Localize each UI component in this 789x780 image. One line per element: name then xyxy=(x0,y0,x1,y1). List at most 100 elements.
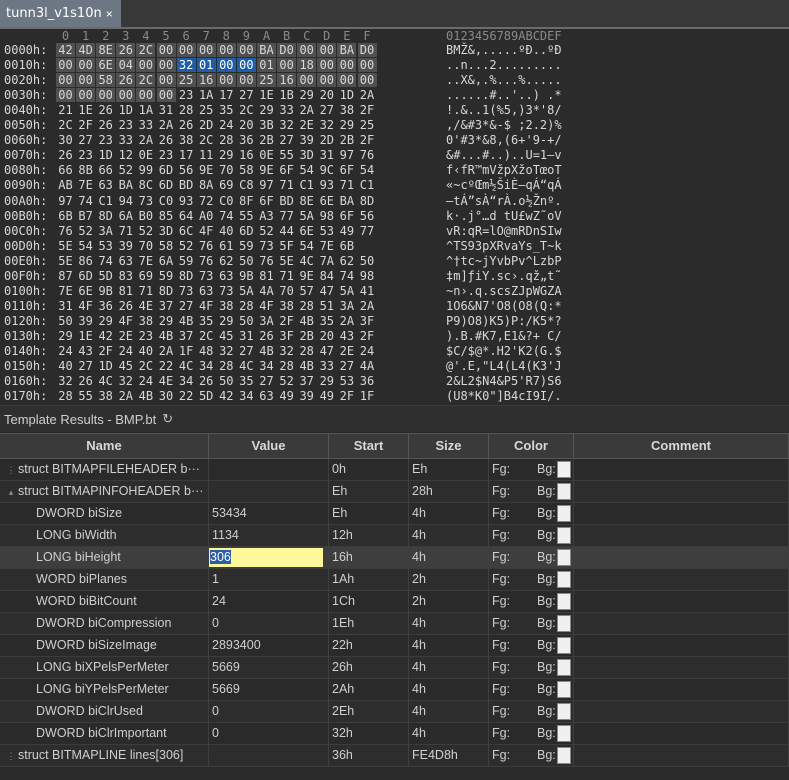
hex-byte[interactable]: 6F xyxy=(337,163,356,177)
hex-byte[interactable]: 50 xyxy=(237,254,256,268)
row-value-cell[interactable]: 1 xyxy=(209,569,329,591)
hex-byte[interactable]: C8 xyxy=(237,178,256,192)
hex-byte[interactable]: AB xyxy=(56,178,75,192)
row-value-cell[interactable]: 0 xyxy=(209,613,329,635)
hex-byte[interactable]: 45 xyxy=(116,359,135,373)
hex-byte[interactable]: 20 xyxy=(237,118,256,132)
hex-byte[interactable]: 32 xyxy=(317,118,336,132)
hex-byte[interactable]: 39 xyxy=(76,314,95,328)
hex-byte[interactable]: 33 xyxy=(136,118,155,132)
collapse-icon[interactable]: ▴ xyxy=(4,482,18,503)
hex-byte[interactable]: 8D xyxy=(177,269,196,283)
hex-byte[interactable]: 2A xyxy=(358,299,377,313)
hex-byte[interactable]: 3B xyxy=(257,118,276,132)
hex-byte[interactable]: 37 xyxy=(177,329,196,343)
expand-icon[interactable]: ⋮ xyxy=(4,746,18,767)
hex-byte[interactable]: 73 xyxy=(217,284,236,298)
hex-byte[interactable]: 37 xyxy=(297,374,316,388)
hex-byte[interactable]: 1B xyxy=(277,88,296,102)
hex-byte[interactable]: 52 xyxy=(116,163,135,177)
fg-color-label[interactable]: Fg: xyxy=(492,503,510,524)
hex-byte[interactable]: 28 xyxy=(237,299,256,313)
bg-color-label[interactable]: Bg: xyxy=(537,591,556,612)
hex-byte[interactable]: 8D xyxy=(157,284,176,298)
row-value-cell[interactable] xyxy=(209,745,329,767)
ascii-line[interactable]: ..n...2......... xyxy=(446,58,562,72)
hex-byte[interactable]: 6F xyxy=(337,209,356,223)
hex-byte[interactable]: 54 xyxy=(297,163,316,177)
hex-byte[interactable]: 45 xyxy=(217,329,236,343)
ascii-line[interactable]: P9)O8)K5)P:/K5*? xyxy=(446,314,562,328)
bg-color-label[interactable]: Bg: xyxy=(537,525,556,546)
bg-color-swatch[interactable] xyxy=(557,703,571,720)
hex-byte[interactable]: 84 xyxy=(317,269,336,283)
hex-byte[interactable]: 3D xyxy=(157,224,176,238)
hex-byte[interactable]: 53 xyxy=(337,374,356,388)
hex-byte[interactable]: 55 xyxy=(237,209,256,223)
hex-byte[interactable]: 27 xyxy=(277,133,296,147)
hex-byte[interactable]: 98 xyxy=(317,209,336,223)
fg-color-label[interactable]: Fg: xyxy=(492,679,510,700)
hex-byte[interactable]: 2B xyxy=(337,133,356,147)
hex-byte[interactable]: 8D xyxy=(358,194,377,208)
hex-byte[interactable]: 63 xyxy=(197,284,216,298)
hex-byte[interactable]: 00 xyxy=(116,88,136,103)
hex-byte[interactable]: 6A xyxy=(116,209,135,223)
hex-byte[interactable]: 4F xyxy=(197,224,216,238)
hex-byte[interactable]: 33 xyxy=(277,103,296,117)
hex-byte[interactable]: 32 xyxy=(277,344,296,358)
hex-byte[interactable]: 59 xyxy=(157,269,176,283)
hex-byte[interactable]: 34 xyxy=(237,389,256,403)
bg-color-swatch[interactable] xyxy=(557,483,571,500)
hex-byte[interactable]: 5A xyxy=(337,284,356,298)
hex-byte[interactable]: 8D xyxy=(96,209,115,223)
row-value-cell[interactable]: 2893400 xyxy=(209,635,329,657)
ascii-line[interactable]: $C/$@*.H2'K2(G.$ xyxy=(446,344,562,358)
hex-byte[interactable]: 97 xyxy=(56,194,75,208)
row-value-cell[interactable]: 53434 xyxy=(209,503,329,525)
hex-byte[interactable]: 4A xyxy=(358,359,377,373)
bg-color-swatch[interactable] xyxy=(557,637,571,654)
hex-byte[interactable]: 2F xyxy=(358,103,377,117)
table-row[interactable]: DWORD biSize 53434 Eh 4h Fg: Bg: xyxy=(0,503,789,525)
hex-byte[interactable]: 97 xyxy=(337,148,356,162)
hex-byte[interactable]: 17 xyxy=(217,88,236,102)
hex-byte[interactable]: 28 xyxy=(297,344,316,358)
hex-byte[interactable]: 50 xyxy=(217,374,236,388)
hex-byte[interactable]: 76 xyxy=(197,254,216,268)
hex-byte[interactable]: 44 xyxy=(277,224,296,238)
bg-color-swatch[interactable] xyxy=(557,461,571,478)
hex-byte[interactable]: 8E xyxy=(297,194,316,208)
hex-byte[interactable]: 1F xyxy=(177,344,196,358)
bg-color-swatch[interactable] xyxy=(557,681,571,698)
hex-byte[interactable]: 6E xyxy=(297,224,316,238)
hex-byte[interactable]: 00 xyxy=(216,43,236,57)
hex-byte[interactable]: 00 xyxy=(297,43,317,57)
hex-byte[interactable]: 8A xyxy=(197,178,216,192)
column-header-value[interactable]: Value xyxy=(209,434,329,458)
hex-byte[interactable]: 52 xyxy=(257,224,276,238)
hex-byte[interactable]: 23 xyxy=(177,88,196,102)
expand-icon[interactable]: ⋮ xyxy=(4,460,18,481)
hex-byte[interactable]: 55 xyxy=(76,389,95,403)
hex-byte[interactable]: 31 xyxy=(157,103,176,117)
hex-byte[interactable]: 00 xyxy=(56,88,75,103)
row-value-cell[interactable]: 1134 xyxy=(209,525,329,547)
hex-byte[interactable]: 38 xyxy=(96,389,115,403)
hex-byte[interactable]: 62 xyxy=(217,254,236,268)
hex-byte[interactable]: 63 xyxy=(257,389,276,403)
hex-byte[interactable]: 6D xyxy=(76,269,95,283)
hex-byte[interactable]: 5A xyxy=(237,284,256,298)
hex-byte[interactable]: 00 xyxy=(297,73,317,88)
hex-byte[interactable]: 35 xyxy=(197,314,216,328)
hex-byte[interactable]: BA xyxy=(337,194,356,208)
hex-byte[interactable]: C1 xyxy=(358,178,377,192)
hex-byte[interactable]: 2F xyxy=(337,389,356,403)
hex-byte[interactable]: 00 xyxy=(76,58,96,73)
hex-byte[interactable]: 37 xyxy=(157,299,176,313)
hex-byte[interactable]: 73 xyxy=(257,239,276,253)
hex-byte[interactable]: 50 xyxy=(358,254,377,268)
fg-color-label[interactable]: Fg: xyxy=(492,459,510,480)
hex-byte[interactable]: 47 xyxy=(317,284,336,298)
fg-color-label[interactable]: Fg: xyxy=(492,745,510,766)
